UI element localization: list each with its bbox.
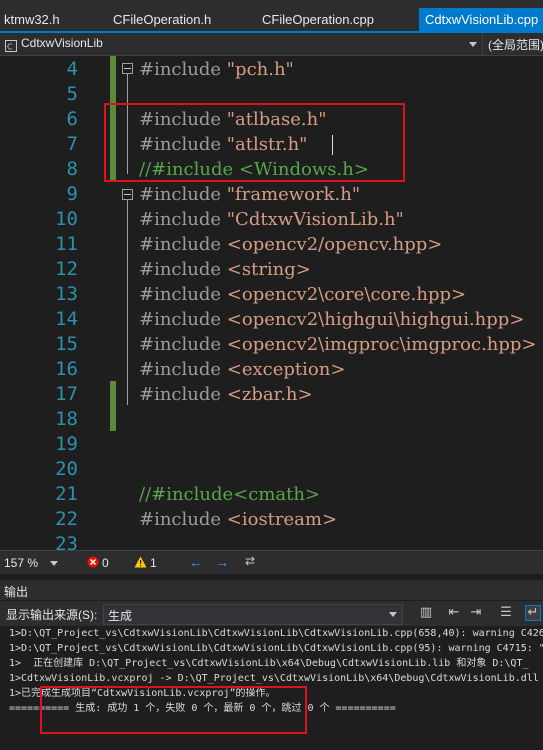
output-line: 1>CdtxwVisionLib.vcxproj -> D:\QT_Projec…	[9, 673, 539, 684]
error-count[interactable]: 0	[102, 556, 109, 570]
line-number: 12	[55, 258, 78, 280]
line-number: 21	[55, 483, 78, 505]
project-dropdown[interactable]: CdtxwVisionLib	[21, 36, 103, 50]
zoom-level[interactable]: 157 %	[4, 556, 38, 570]
line-number: 8	[66, 158, 78, 180]
line-number: 10	[55, 208, 78, 230]
code-line[interactable]: #include "CdtxwVisionLib.h"	[139, 207, 404, 232]
scope-dropdown[interactable]: (全局范围)	[488, 36, 543, 53]
line-number: 22	[55, 508, 78, 530]
output-text-area[interactable]: 1>D:\QT_Project_vs\CdtxwVisionLib\CdtxwV…	[0, 626, 543, 750]
outline-guide	[127, 200, 128, 405]
code-line[interactable]: #include <exception>	[139, 357, 345, 382]
arrow-left-icon[interactable]: ←	[189, 554, 203, 570]
output-line: 1>D:\QT_Project_vs\CdtxwVisionLib\CdtxwV…	[9, 628, 543, 639]
output-source-value: 生成	[108, 609, 133, 623]
word-wrap-icon[interactable]: ↵	[525, 605, 541, 621]
output-line: 1>D:\QT_Project_vs\CdtxwVisionLib\CdtxwV…	[9, 643, 543, 654]
output-source-select[interactable]: 生成	[103, 604, 403, 625]
line-number: 6	[66, 108, 78, 130]
collapse-icon[interactable]	[122, 63, 133, 74]
output-source-label: 显示输出来源(S):	[6, 608, 98, 622]
tab-cdtxwvisionlib-cpp[interactable]: CdtxwVisionLib.cpp	[419, 8, 543, 31]
code-line[interactable]: #include <iostream>	[139, 507, 337, 532]
line-number: 7	[66, 133, 78, 155]
line-number: 23	[55, 533, 78, 550]
line-number: 4	[66, 58, 78, 80]
previous-message-icon[interactable]: ⇤	[446, 605, 462, 621]
line-number: 5	[66, 83, 78, 105]
output-panel-header: 输出	[0, 580, 543, 600]
error-icon[interactable]	[87, 556, 99, 568]
tab-cfileoperation-cpp[interactable]: CFileOperation.cpp	[262, 8, 374, 31]
chevron-down-icon[interactable]	[469, 42, 477, 47]
line-number: 17	[55, 383, 78, 405]
code-line[interactable]: #include "framework.h"	[139, 182, 360, 207]
warning-count[interactable]: 1	[150, 556, 157, 570]
code-line[interactable]: #include <opencv2\core\core.hpp>	[139, 282, 466, 307]
arrow-right-icon[interactable]: →	[215, 554, 229, 570]
line-number: 19	[55, 433, 78, 455]
line-number: 14	[55, 308, 78, 330]
code-line[interactable]: #include <opencv2/opencv.hpp>	[139, 232, 442, 257]
code-editor[interactable]: 4 5 6 7 8 9 10 11 12 13 14 15 16 17 18 1…	[0, 56, 543, 550]
line-number: 16	[55, 358, 78, 380]
code-line[interactable]: #include <opencv2\highgui\highgui.hpp>	[139, 307, 524, 332]
tab-cfileoperation-h[interactable]: CFileOperation.h	[113, 8, 211, 31]
document-tab-bar: ktmw32.h CFileOperation.h CFileOperation…	[0, 0, 543, 31]
output-toolbar: 显示输出来源(S): 生成 ▥ ⇤ ⇥ ☰ ↵	[0, 601, 543, 626]
code-line[interactable]: #include <string>	[139, 257, 311, 282]
clear-output-icon[interactable]: ▥	[418, 605, 434, 621]
line-number: 20	[55, 458, 78, 480]
code-line[interactable]: #include "pch.h"	[139, 57, 294, 82]
tab-ktmw32-h[interactable]: ktmw32.h	[4, 8, 60, 31]
line-number: 11	[55, 233, 78, 255]
collapse-icon[interactable]	[122, 189, 133, 200]
chevron-down-icon[interactable]	[50, 561, 58, 566]
navigation-bar: C CdtxwVisionLib (全局范围)	[0, 33, 543, 56]
highlight-box	[40, 686, 307, 734]
line-number: 9	[66, 183, 78, 205]
svg-text:C: C	[7, 43, 13, 52]
project-icon: C	[5, 37, 17, 52]
code-line[interactable]: #include <opencv2\imgproc\imgproc.hpp>	[139, 332, 537, 357]
next-message-icon[interactable]: ⇥	[468, 605, 484, 621]
change-marker	[110, 381, 116, 431]
editor-status-bar: 157 % 0 1 ← → ⇄	[0, 550, 543, 574]
nav-divider	[482, 33, 483, 55]
output-title: 输出	[4, 585, 29, 599]
line-number: 15	[55, 333, 78, 355]
highlight-box	[104, 103, 405, 182]
output-line: 1> 正在创建库 D:\QT_Project_vs\CdtxwVisionLib…	[9, 658, 529, 669]
code-line[interactable]: //#include<cmath>	[139, 482, 320, 507]
clear-all-icon[interactable]: ☰	[498, 605, 514, 621]
code-line[interactable]: #include <zbar.h>	[139, 382, 313, 407]
filter-icon[interactable]: ⇄	[245, 554, 255, 568]
line-number: 13	[55, 283, 78, 305]
chevron-down-icon[interactable]	[389, 612, 397, 617]
warning-icon[interactable]	[134, 556, 147, 568]
line-number: 18	[55, 408, 78, 430]
